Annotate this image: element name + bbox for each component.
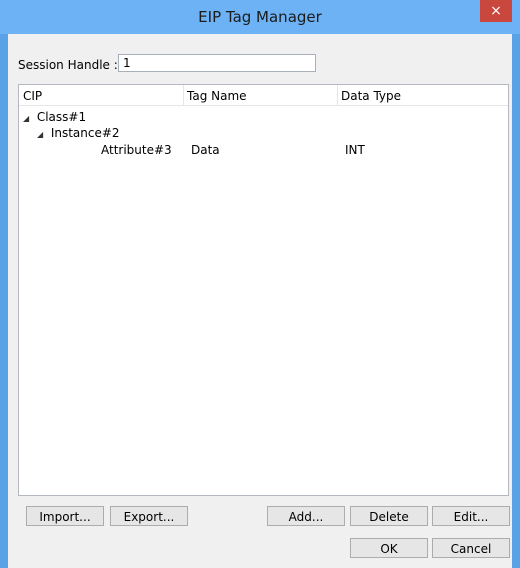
delete-button[interactable]: Delete	[350, 506, 428, 526]
tree-node-instance[interactable]: ◢ Instance#2	[37, 125, 120, 141]
tree-node-attribute[interactable]: Attribute#3	[101, 142, 172, 158]
title-bar[interactable]: EIP Tag Manager ×	[0, 0, 520, 34]
tree-node-attribute-label: Attribute#3	[101, 143, 172, 157]
window-title: EIP Tag Manager	[198, 8, 322, 26]
tag-tree-list[interactable]: CIP Tag Name Data Type ◢ Class#1 ◢ Insta…	[18, 84, 509, 496]
eip-tag-manager-window: EIP Tag Manager × Session Handle : CIP T…	[0, 0, 520, 568]
edit-button[interactable]: Edit...	[432, 506, 510, 526]
cancel-button[interactable]: Cancel	[432, 538, 510, 558]
expanded-triangle-icon[interactable]: ◢	[37, 127, 47, 143]
add-button[interactable]: Add...	[267, 506, 345, 526]
tag-name-cell: Data	[191, 143, 220, 157]
expanded-triangle-icon[interactable]: ◢	[23, 111, 33, 127]
export-button[interactable]: Export...	[110, 506, 188, 526]
tree-node-class-label: Class#1	[36, 110, 87, 124]
close-icon: ×	[490, 3, 502, 19]
close-button[interactable]: ×	[480, 0, 512, 22]
ok-button[interactable]: OK	[350, 538, 428, 558]
tree-node-class[interactable]: ◢ Class#1	[23, 109, 86, 125]
session-handle-input[interactable]	[118, 54, 316, 72]
tree-node-instance-label: Instance#2	[50, 126, 120, 140]
session-handle-label: Session Handle :	[18, 58, 118, 72]
column-divider[interactable]	[183, 85, 184, 105]
import-button[interactable]: Import...	[26, 506, 104, 526]
column-header-cip[interactable]: CIP	[23, 87, 42, 105]
column-header-data-type[interactable]: Data Type	[341, 87, 401, 105]
column-divider[interactable]	[337, 85, 338, 105]
dialog-client-area: Session Handle : CIP Tag Name Data Type …	[8, 34, 512, 568]
column-header-tag-name[interactable]: Tag Name	[187, 87, 247, 105]
list-header: CIP Tag Name Data Type	[19, 85, 508, 106]
data-type-cell: INT	[345, 143, 365, 157]
